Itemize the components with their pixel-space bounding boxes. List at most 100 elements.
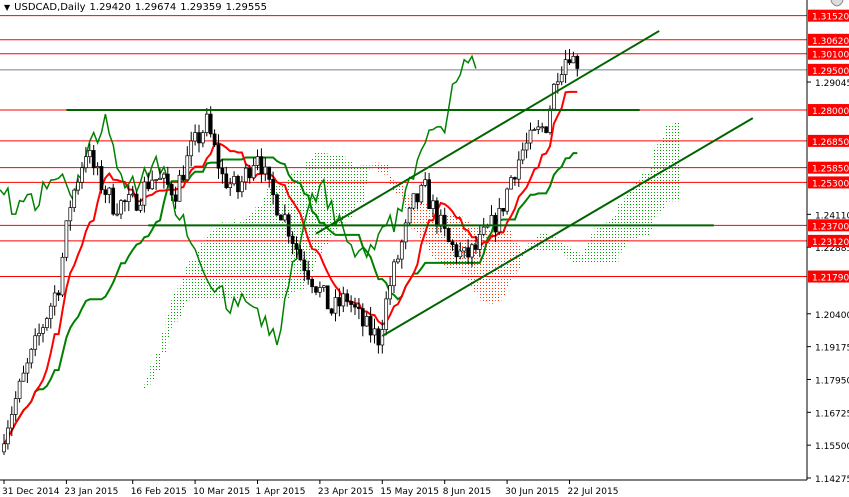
- price-tick-label: 1.20400: [815, 311, 849, 321]
- candle-body: [329, 308, 334, 314]
- candle-body: [232, 176, 236, 185]
- candle-body: [279, 214, 283, 221]
- cloud-segment: [598, 226, 603, 263]
- price-chart[interactable]: 1.290451.241101.228851.204001.191751.179…: [0, 0, 849, 497]
- candle-body: [189, 140, 194, 157]
- candle-body: [21, 372, 26, 382]
- candle-body: [220, 167, 225, 175]
- candle-body: [259, 156, 264, 175]
- candle-body: [142, 181, 147, 206]
- candle-body: [353, 304, 357, 308]
- candle-body: [298, 248, 303, 261]
- time-axis: 31 Dec 2014 23 Jan 2015 16 Feb 2015 10 Mar …: [2, 480, 618, 497]
- candle-body: [458, 250, 463, 258]
- cloud-segment: [571, 250, 576, 263]
- candle-body: [99, 166, 104, 191]
- cloud-segment: [310, 158, 315, 272]
- candle-body: [91, 150, 96, 169]
- cloud-segment: [637, 180, 642, 237]
- candle-body: [532, 129, 537, 131]
- candle-body: [247, 167, 252, 179]
- cloud-segment: [360, 165, 365, 202]
- level-label: 1.30620: [812, 37, 849, 47]
- level-label: 1.21790: [812, 274, 849, 284]
- cloud-segment: [243, 217, 248, 300]
- low-price: 1.29359: [180, 2, 222, 13]
- cloud-segment: [263, 196, 268, 300]
- cloud-segment: [278, 184, 283, 300]
- cloud-segment: [255, 206, 260, 300]
- candle-body: [388, 285, 392, 300]
- candle-body: [575, 55, 580, 69]
- symbol: USDCAD,Daily: [14, 2, 86, 13]
- candle-body: [208, 113, 213, 135]
- dropdown-triangle-icon[interactable]: ▼: [4, 3, 10, 12]
- cloud-segment: [509, 229, 513, 281]
- cloud-segment: [575, 250, 580, 263]
- candle-body: [450, 241, 455, 246]
- cloud-segment: [567, 246, 572, 261]
- level-label: 1.26850: [812, 138, 849, 148]
- candle-body: [33, 335, 38, 350]
- cloud-segment: [380, 163, 385, 174]
- candle-body: [325, 285, 330, 310]
- candle-body: [181, 174, 186, 181]
- candle-body: [29, 348, 34, 364]
- candle-body: [528, 129, 533, 144]
- candle-body: [360, 308, 365, 327]
- candle-body: [111, 187, 116, 215]
- cloud-segment: [665, 125, 669, 202]
- candle-body: [165, 173, 170, 185]
- cloud-segment: [236, 222, 240, 300]
- candle-body: [548, 108, 552, 133]
- level-labels: 1.31520 1.30620 1.30100 1.29500 1.28000 1.268…: [808, 9, 849, 284]
- candle-body: [555, 81, 560, 85]
- candle-body: [497, 208, 502, 233]
- candle-body: [236, 176, 240, 193]
- candle-body: [321, 285, 326, 288]
- cloud-segment: [341, 155, 346, 225]
- cloud-segment: [158, 352, 162, 371]
- candle-body: [364, 316, 369, 327]
- candle-body: [454, 244, 459, 258]
- candle-body: [275, 194, 279, 216]
- chart-window[interactable]: 1.29045 1.24110 1.22885 1.20400 1.19175 1.179…: [0, 0, 849, 497]
- candle-body: [567, 59, 572, 64]
- cloud-segment: [672, 122, 677, 202]
- candle-body: [64, 220, 69, 258]
- candle-body: [516, 159, 521, 180]
- candle-body: [318, 287, 322, 293]
- cloud-segment: [146, 377, 151, 386]
- cloud-segment: [259, 205, 264, 300]
- candle-body: [341, 293, 346, 307]
- candle-body: [228, 183, 233, 189]
- cloud-segment: [583, 248, 588, 263]
- cloud-segment: [399, 183, 404, 199]
- candle-body: [431, 200, 435, 209]
- high-price: 1.29674: [134, 2, 177, 13]
- cloud-segment: [590, 234, 595, 263]
- cloud-segment: [232, 219, 237, 300]
- candle-body: [302, 259, 307, 272]
- price-tick-label: 1.17950: [815, 376, 849, 386]
- candle-body: [103, 189, 108, 195]
- candle-body: [17, 380, 22, 399]
- candle-body: [423, 179, 428, 186]
- candle-body: [337, 297, 342, 307]
- candle-body: [255, 156, 260, 166]
- candle-body: [204, 113, 209, 133]
- cloud-segment: [505, 229, 510, 287]
- candle-body: [185, 155, 190, 181]
- time-tick-label: 16 Feb 2015: [131, 487, 187, 497]
- candle-body: [9, 414, 14, 429]
- candle-body: [540, 126, 545, 129]
- cloud-segment: [161, 332, 166, 354]
- chart-title: ▼ USDCAD,Daily 1.29420 1.29674 1.29359 1.2955…: [4, 2, 271, 13]
- candle-body: [25, 362, 30, 374]
- cloud-segment: [618, 202, 623, 253]
- candle-body: [240, 181, 244, 193]
- candle-body: [95, 166, 100, 169]
- candle-body: [80, 167, 84, 183]
- candle-body: [493, 215, 498, 233]
- time-tick-label: 22 Jul 2015: [568, 487, 619, 497]
